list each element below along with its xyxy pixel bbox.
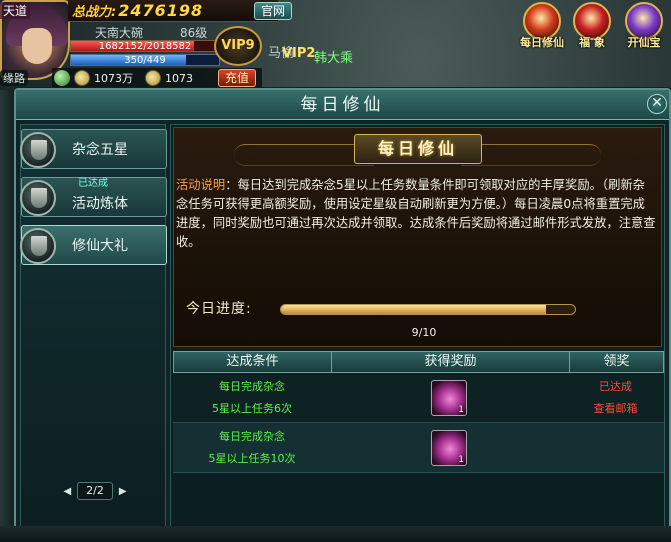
banner-title: 每日修仙 bbox=[354, 134, 482, 164]
progress-label: 今日进度: bbox=[186, 301, 252, 317]
dialog-title: 每日修仙 bbox=[300, 95, 385, 115]
reward-count: 1 bbox=[458, 405, 464, 415]
progress-count: 9/10 bbox=[411, 326, 437, 339]
pager-next-button[interactable]: ▶ bbox=[119, 486, 127, 497]
close-button[interactable]: ✕ bbox=[647, 94, 667, 114]
bottom-chat-strip bbox=[0, 526, 671, 542]
header-condition: 达成条件 bbox=[174, 352, 332, 372]
pager-page-number: 2/2 bbox=[77, 482, 113, 500]
condition-line-1: 每日完成杂念 bbox=[219, 380, 285, 393]
activity-tab-list: 杂念五星 已达成 活动炼体 修仙大礼 ◀ 2/2 ▶ bbox=[20, 124, 167, 528]
jade-leaf-icon bbox=[54, 70, 70, 86]
recharge-button[interactable]: 充值 bbox=[218, 69, 256, 87]
daily-cultivation-shortcut-label: 每日修仙 bbox=[520, 36, 564, 49]
claim-status: 已达成 查看邮箱 bbox=[569, 376, 662, 420]
table-row: 每日完成杂念 5星以上任务10次 1 bbox=[173, 423, 664, 473]
condition-text: 每日完成杂念 5星以上任务10次 bbox=[173, 426, 331, 470]
currency-silver-value: 1073万 bbox=[94, 72, 133, 85]
player-hud: 天道 缘路 总战力: 2476198 官网 天南大碗 86级 1682152/2… bbox=[0, 0, 300, 90]
character-level: 86级 bbox=[180, 26, 208, 40]
condition-line-1: 每日完成杂念 bbox=[219, 430, 285, 443]
condition-line-2: 5星以上任务10次 bbox=[208, 452, 296, 465]
hp-text: 1682152/2018582 bbox=[98, 41, 192, 52]
vip-badge[interactable]: VIP9 bbox=[214, 26, 262, 66]
tab-pager: ◀ 2/2 ▶ bbox=[55, 481, 135, 501]
silver-coin-icon bbox=[74, 70, 90, 86]
tab-label: 活动炼体 bbox=[72, 196, 128, 212]
official-site-button[interactable]: 官网 bbox=[254, 2, 292, 20]
mp-text: 350/449 bbox=[124, 55, 166, 66]
activity-banner: 每日修仙 活动说明：每日达到完成杂念5星以上任务数量条件即可领取对应的丰厚奖励。… bbox=[173, 127, 662, 347]
daily-progress-fill bbox=[281, 305, 546, 314]
pink-orb-icon[interactable]: 1 bbox=[431, 380, 467, 416]
activity-description: 活动说明：每日达到完成杂念5星以上任务数量条件即可领取对应的丰厚奖励。（刷新杂念… bbox=[176, 176, 656, 252]
bell-icon bbox=[20, 132, 56, 168]
nearby-player-vip: VIP2 bbox=[282, 46, 316, 61]
reward-table: 达成条件 获得奖励 领奖 每日完成杂念 5星以上任务6次 1 已达成 查看邮箱 bbox=[173, 351, 664, 473]
gold-ingot-icon bbox=[145, 70, 161, 86]
fortune-shortcut-label: 福 象 bbox=[579, 36, 605, 49]
nearby-player-name[interactable]: 韩大乘 bbox=[314, 47, 353, 66]
condition-line-2: 5星以上任务6次 bbox=[212, 402, 292, 415]
header-reward: 获得奖励 bbox=[332, 352, 570, 372]
combat-power-bar: 总战力: 2476198 bbox=[68, 0, 278, 22]
bell-icon bbox=[20, 228, 56, 264]
table-row: 每日完成杂念 5星以上任务6次 1 已达成 查看邮箱 bbox=[173, 373, 664, 423]
combat-power-value: 2476198 bbox=[118, 1, 204, 20]
fortune-shortcut[interactable]: 福 象 bbox=[568, 2, 616, 54]
currency-gold-value: 1073 bbox=[165, 71, 193, 85]
header-claim: 领奖 bbox=[603, 354, 630, 369]
daily-progress-bar bbox=[280, 304, 576, 315]
treasure-shortcut-label: 开仙宝 bbox=[627, 36, 661, 49]
character-name: 天南大碗 bbox=[95, 26, 144, 40]
tab-cultivation-gift[interactable]: 修仙大礼 bbox=[20, 225, 167, 265]
reward-count: 1 bbox=[458, 455, 464, 465]
banner-ornament-left bbox=[234, 144, 374, 166]
daily-cultivation-shortcut[interactable]: 每日修仙 bbox=[518, 2, 566, 54]
avatar-face bbox=[22, 28, 52, 64]
banner-ornament-right bbox=[461, 144, 601, 166]
status-achieved: 已达成 bbox=[599, 380, 632, 393]
condition-text: 每日完成杂念 5星以上任务6次 bbox=[173, 376, 331, 420]
pager-prev-button[interactable]: ◀ bbox=[63, 486, 71, 497]
daily-cultivation-dialog: 每日修仙 ✕ 杂念五星 已达成 活动炼体 修仙大礼 ◀ 2/2 ▶ 每日修仙 活… bbox=[14, 88, 671, 534]
activity-detail-panel: 每日修仙 活动说明：每日达到完成杂念5星以上任务数量条件即可领取对应的丰厚奖励。… bbox=[170, 124, 665, 528]
tab-label: 修仙大礼 bbox=[72, 238, 128, 254]
check-mailbox-link[interactable]: 查看邮箱 bbox=[569, 398, 662, 420]
hp-bar: 1682152/2018582 bbox=[70, 40, 220, 52]
description-text: ：每日达到完成杂念5星以上任务数量条件即可领取对应的丰厚奖励。（刷新杂念任务可获… bbox=[176, 178, 656, 249]
mp-bar: 350/449 bbox=[70, 54, 220, 66]
combat-power-label: 总战力: bbox=[72, 5, 117, 20]
reward-table-header: 达成条件 获得奖励 领奖 bbox=[173, 351, 664, 373]
description-label: 活动说明 bbox=[176, 178, 226, 192]
server-label: 天道 bbox=[0, 2, 31, 19]
pink-orb-icon[interactable]: 1 bbox=[431, 430, 467, 466]
tab-distraction-five-star[interactable]: 杂念五星 bbox=[20, 129, 167, 169]
tab-activity-body-refining[interactable]: 已达成 活动炼体 bbox=[20, 177, 167, 217]
dialog-title-bar[interactable]: 每日修仙 ✕ bbox=[16, 90, 669, 120]
scene-left-edge bbox=[0, 90, 14, 542]
avatar-name-label: 缘路 bbox=[0, 70, 28, 86]
tab-label: 杂念五星 bbox=[72, 142, 128, 158]
treasure-shortcut[interactable]: 开仙宝 bbox=[620, 2, 668, 54]
bell-icon bbox=[20, 180, 56, 216]
